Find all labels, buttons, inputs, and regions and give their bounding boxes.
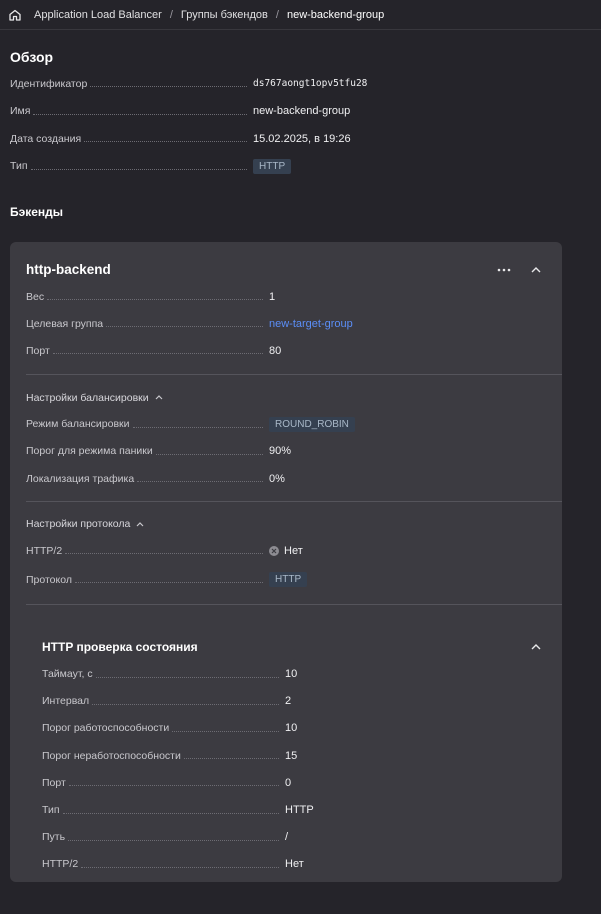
field-http2: HTTP/2 Нет bbox=[26, 537, 546, 564]
field-label: Тип bbox=[42, 804, 60, 817]
field-label: Путь bbox=[42, 831, 66, 844]
field-type: Тип HTTP bbox=[10, 153, 591, 181]
hc-field-unhealthy-threshold: Порог неработоспособности 15 bbox=[42, 742, 546, 769]
hc-field-type: Тип HTTP bbox=[42, 796, 546, 823]
breadcrumb-current: new-backend-group bbox=[286, 8, 385, 21]
field-locality: Локализация трафика 0% bbox=[26, 465, 546, 492]
field-weight: Вес 1 bbox=[26, 283, 546, 310]
chevron-up-icon[interactable] bbox=[526, 260, 546, 280]
healthcheck-title: HTTP проверка состояния bbox=[42, 639, 198, 654]
field-label: Идентификатор bbox=[10, 77, 88, 90]
field-value: 15 bbox=[285, 749, 298, 762]
field-label: Порт bbox=[26, 344, 50, 357]
field-label: Порог работоспособности bbox=[42, 722, 170, 735]
breadcrumb-alb[interactable]: Application Load Balancer bbox=[34, 9, 162, 21]
overview-title: Обзор bbox=[10, 49, 54, 65]
field-value: ds767aongt1opv5tfu28 bbox=[253, 78, 368, 90]
field-port: Порт 80 bbox=[26, 337, 546, 364]
hc-field-interval: Интервал 2 bbox=[42, 688, 546, 715]
section-title: Настройки балансировки bbox=[26, 391, 149, 404]
healthcheck-section: HTTP проверка состояния Таймаут, с 10 Ин… bbox=[26, 633, 546, 879]
field-value: 15.02.2025, в 19:26 bbox=[253, 132, 351, 145]
http2-value: Нет bbox=[284, 544, 303, 557]
overview-section: Обзор Идентификатор ds767aongt1opv5tfu28… bbox=[0, 49, 601, 219]
chevron-up-icon[interactable] bbox=[526, 637, 546, 657]
field-label: Порт bbox=[42, 776, 66, 789]
hc-field-http2: HTTP/2 Нет bbox=[42, 851, 546, 878]
protocol-tag: HTTP bbox=[269, 572, 308, 588]
field-balancing-mode: Режим балансировки ROUND_ROBIN bbox=[26, 411, 546, 438]
backends-title: Бэкенды bbox=[10, 205, 64, 219]
balancing-settings-toggle[interactable]: Настройки балансировки bbox=[26, 385, 546, 411]
field-label: Имя bbox=[10, 105, 31, 118]
field-label: Тип bbox=[10, 160, 28, 173]
field-value: 90% bbox=[269, 445, 292, 458]
field-label: HTTP/2 bbox=[26, 544, 63, 557]
chevron-up-icon bbox=[155, 395, 163, 400]
home-icon[interactable] bbox=[8, 8, 22, 22]
field-label: Дата создания bbox=[10, 132, 82, 145]
field-value: 80 bbox=[269, 344, 282, 357]
hc-field-healthy-threshold: Порог работоспособности 10 bbox=[42, 715, 546, 742]
field-label: Режим балансировки bbox=[26, 418, 130, 431]
breadcrumb-separator: / bbox=[169, 8, 173, 21]
field-value: new-backend-group bbox=[253, 105, 351, 118]
section-title: Настройки протокола bbox=[26, 518, 131, 531]
balancing-mode-tag: ROUND_ROBIN bbox=[269, 416, 355, 432]
x-circle-icon bbox=[269, 545, 279, 556]
field-value: HTTP bbox=[285, 804, 314, 817]
field-name: Имя new-backend-group bbox=[10, 98, 591, 126]
type-tag: HTTP bbox=[253, 158, 292, 174]
field-label: HTTP/2 bbox=[42, 858, 79, 871]
field-value: 2 bbox=[285, 695, 292, 708]
field-label: Целевая группа bbox=[26, 317, 104, 330]
hc-field-path: Путь / bbox=[42, 824, 546, 851]
chevron-up-icon bbox=[136, 521, 144, 527]
field-label: Протокол bbox=[26, 573, 72, 586]
field-created: Дата создания 15.02.2025, в 19:26 bbox=[10, 125, 591, 153]
hc-field-timeout: Таймаут, с 10 bbox=[42, 661, 546, 688]
field-protocol: Протокол HTTP bbox=[26, 566, 546, 593]
http2-status: Нет bbox=[269, 545, 303, 557]
divider bbox=[26, 603, 562, 605]
divider bbox=[26, 373, 562, 375]
target-group-link[interactable]: new-target-group bbox=[269, 318, 353, 330]
backend-card: http-backend Вес 1 Целевая группа new-ta… bbox=[10, 242, 562, 882]
field-value: 0 bbox=[285, 776, 292, 789]
breadcrumb-separator: / bbox=[275, 8, 279, 21]
field-value: 10 bbox=[285, 668, 298, 681]
field-label: Порог для режима паники bbox=[26, 445, 153, 458]
hc-field-port: Порт 0 bbox=[42, 769, 546, 796]
field-label: Порог неработоспособности bbox=[42, 749, 181, 762]
field-label: Вес bbox=[26, 290, 45, 303]
field-panic-threshold: Порог для режима паники 90% bbox=[26, 438, 546, 465]
field-value: 0% bbox=[269, 472, 285, 485]
backend-name: http-backend bbox=[26, 262, 111, 277]
field-target-group: Целевая группа new-target-group bbox=[26, 310, 546, 337]
field-value: 10 bbox=[285, 722, 298, 735]
field-label: Интервал bbox=[42, 695, 90, 708]
field-value: Нет bbox=[285, 858, 304, 871]
protocol-settings-toggle[interactable]: Настройки протокола bbox=[26, 511, 546, 537]
field-value: / bbox=[285, 831, 289, 844]
more-icon[interactable] bbox=[494, 260, 514, 280]
field-label: Локализация трафика bbox=[26, 472, 135, 485]
field-value: 1 bbox=[269, 290, 276, 303]
breadcrumb-backend-groups[interactable]: Группы бэкендов bbox=[181, 9, 268, 21]
field-id: Идентификатор ds767aongt1opv5tfu28 bbox=[10, 70, 591, 98]
breadcrumb: Application Load Balancer / Группы бэкен… bbox=[0, 0, 601, 30]
field-label: Таймаут, с bbox=[42, 668, 93, 681]
divider bbox=[26, 501, 562, 503]
